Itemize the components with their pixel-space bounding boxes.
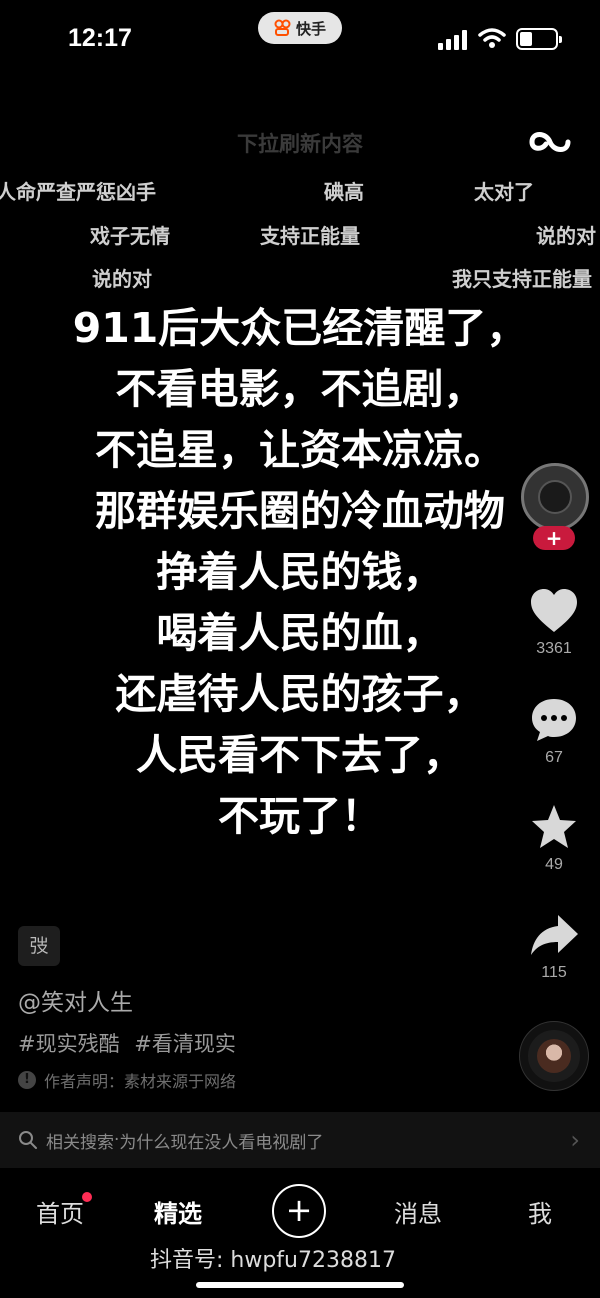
text-line: 不玩了！ — [218, 792, 382, 840]
danmaku-comment: 说的对 — [92, 267, 152, 291]
declaration-text: 作者声明：素材来源于网络 — [44, 1072, 237, 1091]
favorite-button[interactable]: 49 — [524, 804, 584, 874]
watermark: 抖音号: hwpfu7238817 — [150, 1248, 396, 1273]
related-search-bar[interactable]: 相关搜索 · 为什么现在没人看电视剧了 › — [0, 1112, 600, 1168]
status-time: 12:17 — [68, 24, 132, 52]
music-badge[interactable]: 弢 — [18, 926, 60, 966]
danmaku-comment: 人命严查严惩凶手 — [0, 180, 156, 204]
follow-button[interactable]: + — [533, 526, 575, 550]
like-button[interactable]: 3361 — [524, 588, 584, 658]
music-cover — [537, 1039, 571, 1073]
text-line: 911后大众已经清醒了， — [72, 304, 528, 352]
danmaku-comment: 支持正能量 — [260, 224, 360, 248]
wifi-icon — [478, 28, 506, 48]
kuaishou-pill[interactable]: 快手 — [258, 12, 342, 44]
danmaku-comment: 戏子无情 — [90, 224, 170, 248]
related-search-label: 相关搜索 — [46, 1132, 114, 1153]
author-avatar[interactable] — [521, 463, 589, 531]
infinity-logo-icon[interactable] — [526, 124, 574, 156]
like-count: 3361 — [536, 640, 572, 657]
danmaku-comment: 说的对 — [536, 224, 596, 248]
nav-messages[interactable]: 消息 — [394, 1194, 442, 1229]
share-button[interactable]: 115 — [524, 912, 584, 982]
nav-home[interactable]: 首页 — [36, 1194, 84, 1229]
home-indicator — [196, 1282, 404, 1288]
text-line: 挣着人民的钱， — [156, 548, 444, 596]
favorite-count: 49 — [545, 856, 563, 873]
app-name: 快手 — [295, 19, 326, 38]
text-line: 还虐待人民的孩子， — [115, 670, 485, 718]
hashtag[interactable]: #现实残酷 — [18, 1032, 120, 1056]
share-icon — [531, 915, 578, 955]
search-icon — [19, 1131, 37, 1149]
nav-featured[interactable]: 精选 — [154, 1194, 202, 1229]
info-icon: ! — [18, 1071, 36, 1089]
author-declaration: ! 作者声明：素材来源于网络 — [18, 1068, 236, 1092]
text-line: 人民看不下去了， — [136, 731, 464, 779]
comment-count: 67 — [545, 749, 563, 766]
plus-icon: + — [285, 1191, 313, 1229]
star-icon — [532, 805, 576, 848]
battery-icon — [516, 28, 562, 50]
kuaishou-logo-icon — [274, 19, 291, 36]
status-bar: 12:17 快手 — [0, 0, 600, 80]
text-line: 不追星，让资本凉凉。 — [95, 426, 505, 474]
text-line: 那群娱乐圈的冷血动物 — [95, 487, 505, 535]
signal-icon — [438, 30, 467, 50]
author-name[interactable]: @笑对人生 — [18, 983, 133, 1017]
share-count: 115 — [541, 964, 567, 981]
hashtag[interactable]: #看清现实 — [134, 1032, 236, 1056]
text-line: 喝着人民的血， — [156, 609, 444, 657]
bottom-nav: 首页 精选 + 消息 我 抖音号: hwpfu7238817 — [0, 1170, 600, 1298]
danmaku-comment: 我只支持正能量 — [452, 267, 592, 291]
comment-icon — [532, 699, 576, 741]
video-text: 911后大众已经清醒了， 不看电影，不追剧， 不追星，让资本凉凉。 那群娱乐圈的… — [0, 298, 600, 847]
chevron-right-icon: › — [570, 1126, 580, 1154]
hashtags: #现实残酷 #看清现实 — [18, 1028, 244, 1058]
refresh-hint: 下拉刷新内容 — [237, 132, 363, 156]
danmaku-comment: 碘高 — [324, 180, 364, 204]
danmaku-comment: 太对了 — [474, 180, 534, 204]
heart-icon — [531, 589, 577, 632]
text-line: 不看电影，不追剧， — [115, 365, 485, 413]
comment-button[interactable]: 67 — [524, 697, 584, 767]
music-disc[interactable] — [520, 1022, 588, 1090]
notification-dot — [82, 1192, 92, 1202]
nav-me[interactable]: 我 — [528, 1194, 552, 1229]
related-search-query: 为什么现在没人看电视剧了 — [119, 1132, 324, 1153]
create-button[interactable]: + — [272, 1184, 326, 1238]
